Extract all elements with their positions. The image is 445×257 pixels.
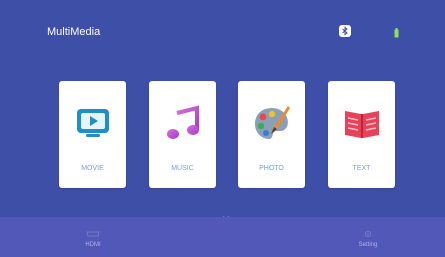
text-label: TEXT bbox=[352, 165, 371, 172]
text-card[interactable]: TEXT bbox=[328, 81, 395, 188]
hdmi-button[interactable]: HDMI bbox=[63, 217, 123, 257]
chevron-down-icon[interactable] bbox=[222, 208, 230, 220]
setting-label: Setting bbox=[358, 242, 378, 248]
palette-icon bbox=[252, 103, 292, 143]
photo-label: PHOTO bbox=[259, 165, 284, 172]
music-label: MUSIC bbox=[171, 165, 194, 172]
movie-label: MOVIE bbox=[81, 165, 104, 172]
battery-icon bbox=[394, 25, 399, 38]
movie-card[interactable]: MOVIE bbox=[59, 81, 126, 188]
page-title: MultiMedia bbox=[47, 26, 101, 38]
hdmi-icon bbox=[86, 226, 100, 237]
setting-button[interactable]: Setting bbox=[338, 217, 398, 257]
gear-icon bbox=[361, 226, 375, 237]
music-note-icon bbox=[163, 103, 203, 143]
multimedia-screen: MultiMedia MOVIE MUSIC PHOTO TEXT HDMI S… bbox=[0, 0, 445, 257]
bottom-bar: HDMI Setting bbox=[0, 217, 445, 257]
tv-play-icon bbox=[73, 103, 113, 143]
photo-card[interactable]: PHOTO bbox=[238, 81, 305, 188]
book-icon bbox=[342, 103, 382, 143]
hdmi-label: HDMI bbox=[85, 242, 101, 248]
bluetooth-icon bbox=[339, 25, 351, 37]
music-card[interactable]: MUSIC bbox=[149, 81, 216, 188]
